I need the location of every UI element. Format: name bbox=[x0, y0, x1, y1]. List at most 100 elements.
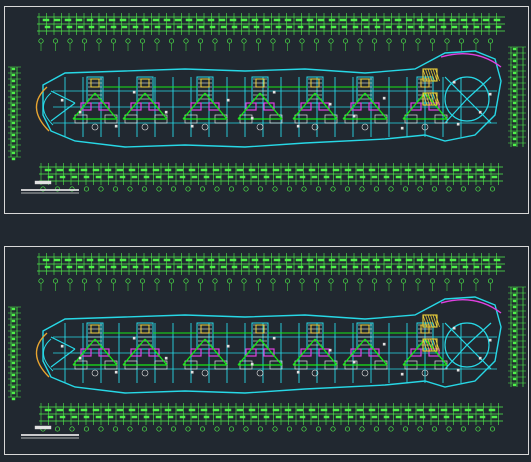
dimension-text-left bbox=[11, 151, 16, 155]
dimension-text-right bbox=[512, 317, 517, 321]
dimension-text-top bbox=[229, 18, 237, 22]
axis-bubble-icon bbox=[402, 426, 409, 432]
dimension-text-top bbox=[275, 265, 282, 269]
dimension-text-right bbox=[512, 131, 517, 135]
dimension-text-top bbox=[427, 18, 435, 22]
dimension-text-bottom bbox=[380, 408, 388, 412]
axis-bubble-icon bbox=[357, 38, 363, 44]
dimension-text-bottom bbox=[176, 408, 184, 412]
dimension-text-bottom bbox=[431, 415, 438, 419]
table-furniture bbox=[361, 123, 369, 131]
dimension-text-top bbox=[330, 265, 337, 269]
axis-bubble-icon bbox=[272, 426, 278, 432]
dimension-text-top bbox=[231, 25, 238, 29]
dimension-text-bottom bbox=[107, 415, 114, 419]
axis-bubble-icon bbox=[154, 38, 160, 44]
axis-bubble-icon bbox=[52, 278, 59, 284]
dimension-text-bottom bbox=[308, 408, 316, 412]
table-furniture bbox=[201, 369, 209, 377]
axis-bubble-icon bbox=[301, 426, 307, 432]
dimension-text-top bbox=[383, 258, 391, 262]
axis-bubble-icon bbox=[458, 278, 465, 284]
device-marker bbox=[478, 110, 482, 114]
dimension-text-left bbox=[11, 313, 16, 317]
axis-bubble-icon bbox=[284, 38, 291, 44]
dimension-text-bottom bbox=[71, 175, 78, 179]
dimension-text-right bbox=[512, 329, 517, 333]
dimension-text-bottom bbox=[491, 415, 498, 419]
axis-bubble-icon bbox=[139, 278, 146, 284]
dimension-text-top bbox=[264, 265, 271, 269]
dimension-text-top bbox=[297, 265, 304, 269]
dimension-text-top bbox=[141, 18, 149, 22]
dimension-text-top bbox=[42, 18, 50, 22]
dimension-text-bottom bbox=[332, 408, 340, 412]
axis-bubble-icon bbox=[199, 426, 206, 432]
dimension-text-top bbox=[328, 18, 336, 22]
dimension-text-left bbox=[11, 121, 16, 125]
axis-bubble-icon bbox=[313, 38, 320, 44]
device-marker bbox=[456, 368, 460, 372]
dimension-text-top bbox=[242, 265, 249, 269]
dimension-text-bottom bbox=[320, 408, 328, 412]
dimension-text-top bbox=[174, 258, 182, 262]
dimension-text-bottom bbox=[236, 168, 244, 172]
axis-bubble-icon bbox=[81, 38, 88, 44]
dimension-text-left bbox=[11, 127, 16, 131]
axis-bubble-icon bbox=[199, 186, 206, 192]
dimension-text-left bbox=[11, 157, 16, 161]
dimension-text-right bbox=[512, 101, 517, 105]
dimension-text-bottom bbox=[188, 168, 196, 172]
dimension-text-top bbox=[42, 258, 50, 262]
dimension-text-top bbox=[407, 265, 414, 269]
axis-bubble-icon bbox=[185, 426, 191, 432]
cad-viewport[interactable] bbox=[0, 0, 531, 462]
axis-bubble-icon bbox=[112, 186, 119, 192]
dimension-text-top bbox=[218, 258, 226, 262]
dimension-text-top bbox=[176, 265, 183, 269]
dimension-text-top bbox=[152, 18, 160, 22]
dimension-text-top bbox=[286, 265, 293, 269]
dimension-text-bottom bbox=[443, 415, 450, 419]
dimension-text-top bbox=[55, 265, 62, 269]
axis-bubble-icon bbox=[112, 426, 119, 432]
dimension-text-right bbox=[512, 311, 517, 315]
dimension-text-bottom bbox=[455, 415, 462, 419]
axis-bubble-icon bbox=[284, 278, 291, 284]
dimension-text-bottom bbox=[416, 408, 424, 412]
device-marker bbox=[114, 370, 118, 374]
dimension-text-bottom bbox=[203, 415, 210, 419]
dimension-text-bottom bbox=[476, 408, 484, 412]
dimension-text-top bbox=[284, 258, 292, 262]
dimension-text-left bbox=[11, 355, 16, 359]
dimension-text-left bbox=[11, 79, 16, 83]
dimension-text-top bbox=[449, 258, 457, 262]
dimension-text-bottom bbox=[56, 168, 64, 172]
axis-bubble-icon bbox=[299, 38, 305, 44]
dimension-text-top bbox=[361, 258, 369, 262]
axis-bubble-icon bbox=[52, 38, 59, 44]
axis-bubble-icon bbox=[386, 38, 392, 44]
device-marker bbox=[164, 356, 168, 360]
dimension-text-bottom bbox=[119, 415, 126, 419]
axis-bubble-icon bbox=[110, 38, 117, 44]
dimension-text-bottom bbox=[191, 415, 198, 419]
dimension-text-top bbox=[473, 25, 480, 29]
dimension-text-right bbox=[512, 71, 517, 75]
dimension-text-top bbox=[262, 18, 270, 22]
dimension-text-top bbox=[119, 258, 127, 262]
dimension-text-bottom bbox=[212, 408, 220, 412]
device-marker bbox=[60, 98, 64, 102]
dimension-text-bottom bbox=[356, 408, 364, 412]
axis-bubble-icon bbox=[257, 186, 264, 192]
dimension-text-bottom bbox=[359, 415, 366, 419]
dimension-text-bottom bbox=[287, 175, 294, 179]
dimension-text-bottom bbox=[272, 168, 280, 172]
dimension-text-bottom bbox=[188, 408, 196, 412]
dimension-text-left bbox=[11, 325, 16, 329]
dimension-text-top bbox=[484, 265, 491, 269]
dimension-text-bottom bbox=[332, 168, 340, 172]
axis-bubble-icon bbox=[96, 278, 102, 284]
dimension-text-right bbox=[512, 341, 517, 345]
dimension-text-top bbox=[306, 258, 314, 262]
